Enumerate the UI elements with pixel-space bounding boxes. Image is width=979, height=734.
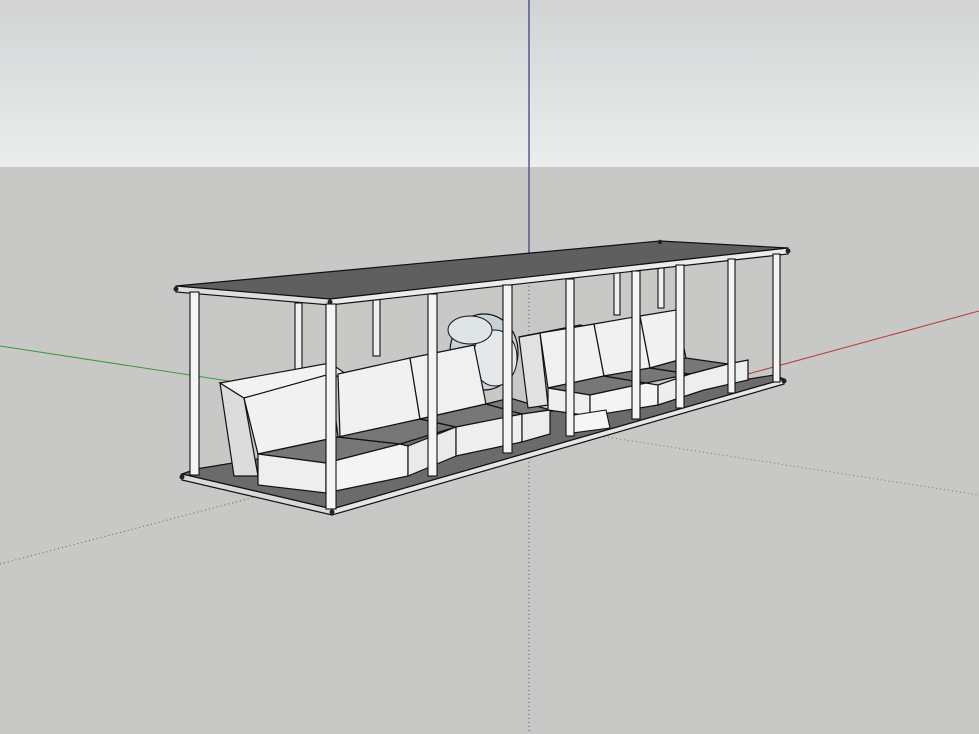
- post: [427, 293, 438, 477]
- post: [675, 264, 685, 409]
- sky: [0, 0, 979, 167]
- post: [189, 291, 200, 476]
- post: [727, 258, 736, 394]
- post: [565, 278, 575, 437]
- post: [325, 303, 337, 510]
- post: [502, 284, 513, 454]
- post: [772, 253, 781, 383]
- model-viewport[interactable]: [0, 0, 979, 734]
- post: [631, 270, 641, 420]
- 3d-scene[interactable]: [0, 0, 979, 734]
